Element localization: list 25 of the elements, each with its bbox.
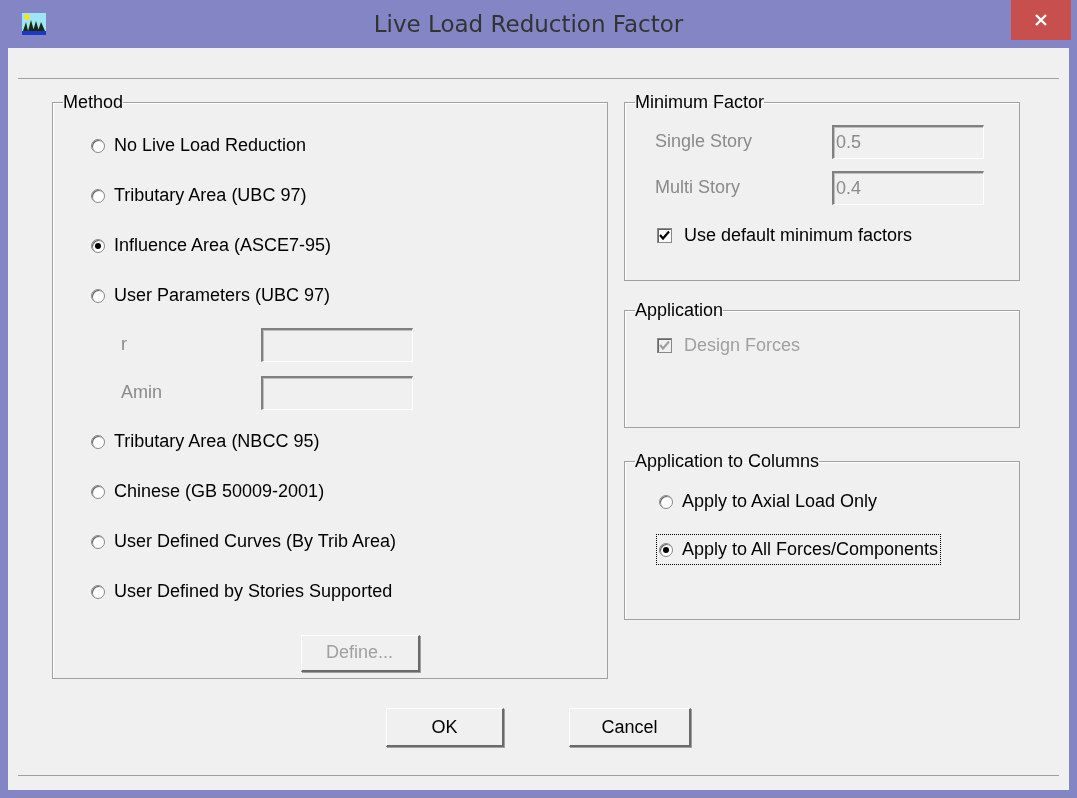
radio-option[interactable]: No Live Load Reduction bbox=[89, 131, 309, 161]
radio-option[interactable]: User Defined by Stories Supported bbox=[89, 577, 395, 607]
field-label: r bbox=[121, 333, 128, 357]
radio-option[interactable]: User Defined Curves (By Trib Area) bbox=[89, 527, 399, 557]
radio-option[interactable]: User Parameters (UBC 97) bbox=[89, 281, 333, 311]
app-icon bbox=[22, 13, 46, 35]
radio-option[interactable]: Apply to Axial Load Only bbox=[657, 487, 880, 517]
group-title: Application to Columns bbox=[635, 452, 820, 472]
group-title: Minimum Factor bbox=[635, 93, 764, 113]
field-label: Amin bbox=[121, 381, 163, 405]
field-label: Single Story bbox=[655, 130, 754, 154]
field-label: Multi Story bbox=[655, 176, 742, 200]
group-title: Application bbox=[635, 301, 724, 321]
radio-option[interactable]: Influence Area (ASCE7-95) bbox=[89, 231, 334, 261]
group-title: Method bbox=[63, 93, 124, 113]
radio-option[interactable]: Chinese (GB 50009-2001) bbox=[89, 477, 327, 507]
close-icon bbox=[1034, 13, 1048, 27]
ok-button[interactable]: OK bbox=[386, 708, 504, 747]
checkbox-option[interactable]: Use default minimum factors bbox=[657, 222, 913, 250]
close-button[interactable] bbox=[1011, 0, 1071, 40]
radio-option[interactable]: Apply to All Forces/Components bbox=[657, 535, 941, 565]
radio-option[interactable]: Tributary Area (UBC 97) bbox=[89, 181, 309, 211]
cancel-button[interactable]: Cancel bbox=[569, 708, 691, 747]
window-title: Live Load Reduction Factor bbox=[372, 9, 685, 39]
radio-option[interactable]: Tributary Area (NBCC 95) bbox=[89, 427, 322, 457]
